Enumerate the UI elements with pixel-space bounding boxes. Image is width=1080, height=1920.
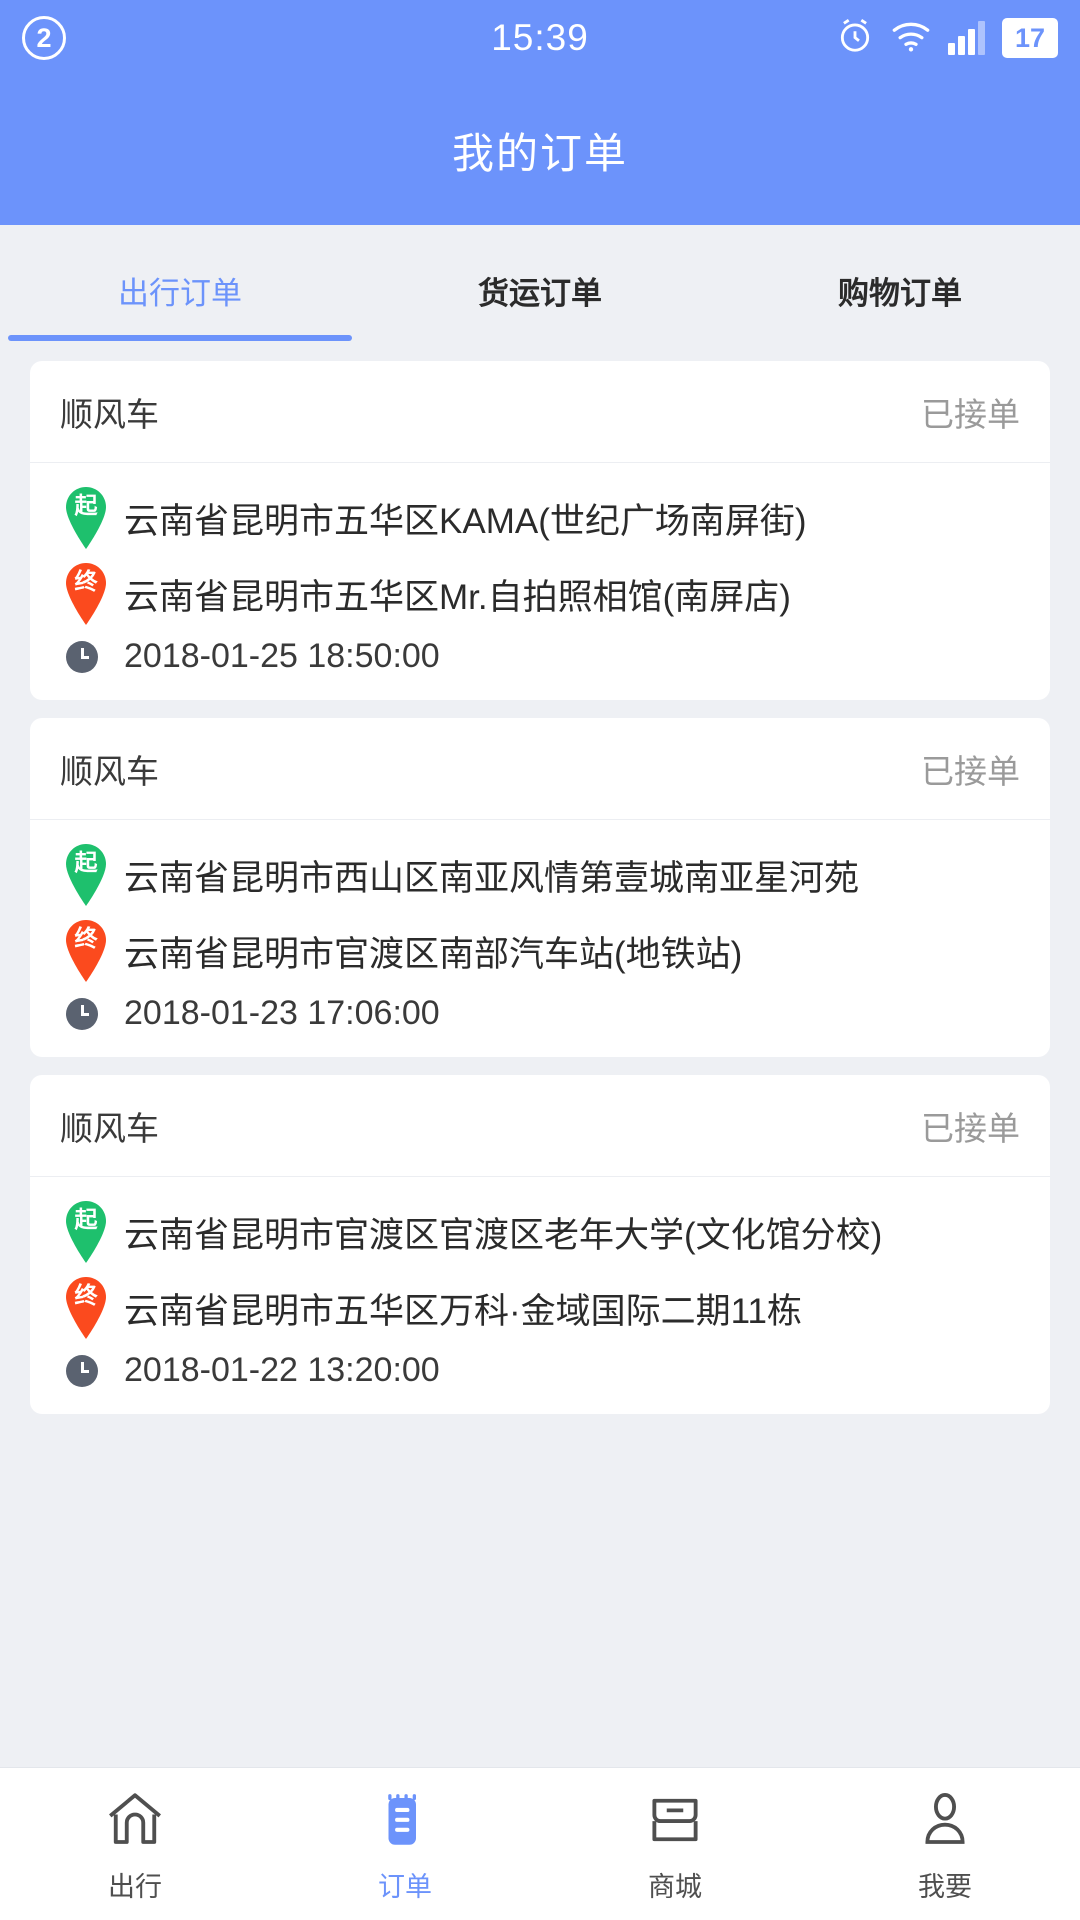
end-address-text: 云南省昆明市官渡区南部汽车站(地铁站) [124, 934, 743, 974]
app-root: 2 15:39 17 我的订单 出行订单 货运订单 购物订单 顺风车 已接单 起… [0, 0, 1080, 1920]
start-pin-label: 起 [74, 1206, 98, 1232]
start-pin-label: 起 [74, 492, 98, 518]
end-pin-icon: 终 [60, 1275, 112, 1341]
order-status-badge: 已接单 [921, 1109, 1020, 1147]
end-address-row: 终 云南省昆明市五华区万科·金域国际二期11栋 [60, 1275, 1020, 1341]
end-address-row: 终 云南省昆明市五华区Mr.自拍照相馆(南屏店) [60, 561, 1020, 627]
battery-icon: 17 [1002, 18, 1058, 58]
order-time-text: 2018-01-23 17:06:00 [124, 994, 440, 1032]
home-icon [100, 1785, 170, 1855]
tab-travel-orders[interactable]: 出行订单 [0, 268, 360, 361]
start-pin-icon: 起 [60, 485, 112, 551]
order-card[interactable]: 顺风车 已接单 起 云南省昆明市五华区KAMA(世纪广场南屏街) 终 云南省昆明… [30, 361, 1050, 700]
start-pin-label: 起 [74, 849, 98, 875]
person-icon [910, 1785, 980, 1855]
order-card-header: 顺风车 已接单 [30, 361, 1050, 463]
end-pin-label: 终 [74, 1282, 98, 1308]
start-address-text: 云南省昆明市西山区南亚风情第壹城南亚星河苑 [124, 858, 860, 898]
tab-label: 出行订单 [118, 276, 242, 311]
nav-label: 我要 [918, 1871, 972, 1902]
start-address-text: 云南省昆明市五华区KAMA(世纪广场南屏街) [124, 501, 807, 541]
order-time-row: 2018-01-23 17:06:00 [60, 994, 1020, 1033]
order-card[interactable]: 顺风车 已接单 起 云南省昆明市官渡区官渡区老年大学(文化馆分校) 终 云南省昆… [30, 1075, 1050, 1414]
tab-bar: 出行订单 货运订单 购物订单 [0, 225, 1080, 361]
order-card-body: 起 云南省昆明市官渡区官渡区老年大学(文化馆分校) 终 云南省昆明市五华区万科·… [30, 1177, 1050, 1414]
clock-icon [66, 997, 98, 1030]
order-time-text: 2018-01-22 13:20:00 [124, 1351, 440, 1389]
end-address-text: 云南省昆明市五华区万科·金域国际二期11栋 [124, 1291, 802, 1331]
clock-icon [66, 640, 98, 673]
page-title: 我的订单 [451, 130, 628, 177]
order-list[interactable]: 顺风车 已接单 起 云南省昆明市五华区KAMA(世纪广场南屏街) 终 云南省昆明… [0, 361, 1080, 1767]
tab-shopping-orders[interactable]: 购物订单 [720, 268, 1080, 361]
order-card-header: 顺风车 已接单 [30, 718, 1050, 820]
order-type-label: 顺风车 [60, 395, 159, 433]
nav-label: 出行 [108, 1871, 162, 1902]
order-card-header: 顺风车 已接单 [30, 1075, 1050, 1177]
order-type-label: 顺风车 [60, 752, 159, 790]
end-pin-icon: 终 [60, 918, 112, 984]
bottom-nav-bar: 出行 订单 商城 我要 [0, 1767, 1080, 1920]
start-address-row: 起 云南省昆明市西山区南亚风情第壹城南亚星河苑 [60, 842, 1020, 908]
order-status-badge: 已接单 [921, 395, 1020, 433]
order-time-row: 2018-01-25 18:50:00 [60, 637, 1020, 676]
alarm-icon [836, 16, 874, 61]
end-pin-label: 终 [74, 568, 98, 594]
nav-item-mall[interactable]: 商城 [540, 1768, 810, 1920]
start-pin-icon: 起 [60, 842, 112, 908]
end-pin-label: 终 [74, 925, 98, 951]
order-time-row: 2018-01-22 13:20:00 [60, 1351, 1020, 1390]
order-card[interactable]: 顺风车 已接单 起 云南省昆明市西山区南亚风情第壹城南亚星河苑 终 云南省昆明市… [30, 718, 1050, 1057]
clock-icon [66, 1354, 98, 1387]
tab-label: 购物订单 [838, 276, 962, 311]
signal-icon [948, 21, 985, 55]
start-address-row: 起 云南省昆明市五华区KAMA(世纪广场南屏街) [60, 485, 1020, 551]
start-address-text: 云南省昆明市官渡区官渡区老年大学(文化馆分校) [124, 1215, 883, 1255]
nav-label: 订单 [378, 1871, 432, 1902]
end-pin-icon: 终 [60, 561, 112, 627]
order-status-badge: 已接单 [921, 752, 1020, 790]
page-header: 我的订单 [0, 76, 1080, 225]
nav-item-travel[interactable]: 出行 [0, 1768, 270, 1920]
store-icon [640, 1785, 710, 1855]
nav-item-orders[interactable]: 订单 [270, 1768, 540, 1920]
order-time-text: 2018-01-25 18:50:00 [124, 637, 440, 675]
order-card-body: 起 云南省昆明市五华区KAMA(世纪广场南屏街) 终 云南省昆明市五华区Mr.自… [30, 463, 1050, 700]
status-bar-icons: 17 [836, 16, 1058, 61]
order-list-icon [370, 1785, 440, 1855]
end-address-text: 云南省昆明市五华区Mr.自拍照相馆(南屏店) [124, 577, 791, 617]
tab-freight-orders[interactable]: 货运订单 [360, 268, 720, 361]
nav-label: 商城 [648, 1871, 702, 1902]
start-address-row: 起 云南省昆明市官渡区官渡区老年大学(文化馆分校) [60, 1199, 1020, 1265]
tab-label: 货运订单 [478, 276, 602, 311]
wifi-icon [891, 19, 931, 58]
order-type-label: 顺风车 [60, 1109, 159, 1147]
start-pin-icon: 起 [60, 1199, 112, 1265]
nav-item-profile[interactable]: 我要 [810, 1768, 1080, 1920]
end-address-row: 终 云南省昆明市官渡区南部汽车站(地铁站) [60, 918, 1020, 984]
order-card-body: 起 云南省昆明市西山区南亚风情第壹城南亚星河苑 终 云南省昆明市官渡区南部汽车站… [30, 820, 1050, 1057]
status-bar: 2 15:39 17 [0, 0, 1080, 76]
